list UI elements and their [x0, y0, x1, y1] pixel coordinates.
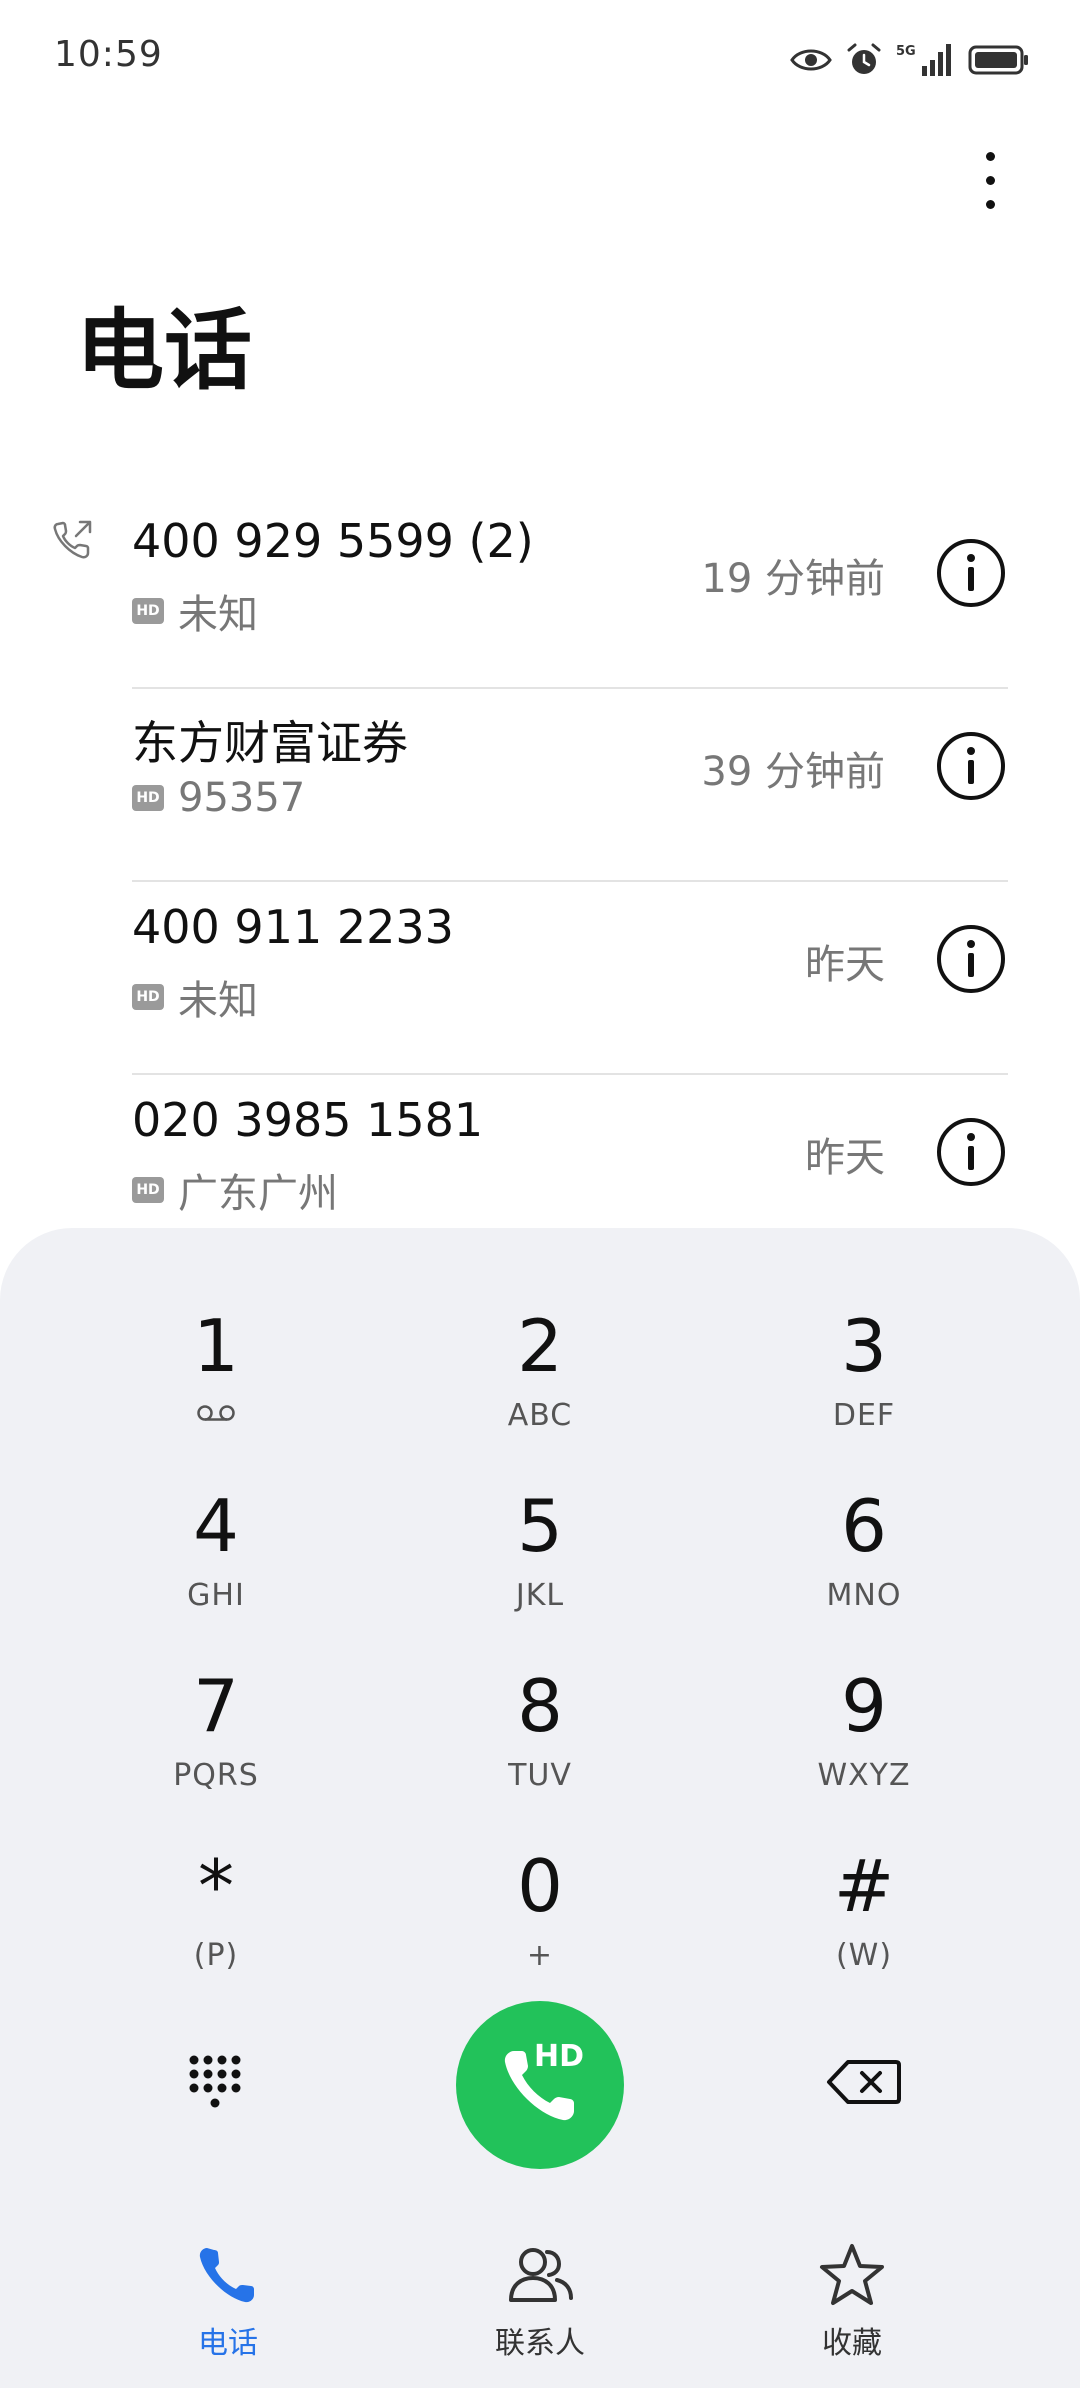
key-letters: GHI — [187, 1578, 245, 1613]
info-icon[interactable] — [936, 538, 1006, 608]
key-digit: 4 — [193, 1484, 239, 1568]
more-vertical-icon — [985, 151, 995, 161]
hd-badge: HD — [132, 785, 164, 811]
call-sub: HD 未知 — [132, 582, 258, 640]
hd-badge: HD — [132, 598, 164, 624]
hd-label: HD — [533, 2039, 584, 2074]
nav-label: 电话 — [198, 2326, 258, 2361]
phone-app-screen: 10:59 5G 电话 400 929 5599 (2) HD 未知 19 分钟… — [0, 0, 1080, 2388]
call-time: 39 分钟前 — [701, 749, 885, 795]
backspace-icon[interactable] — [826, 2058, 902, 2106]
call-name: 400 911 2233 — [132, 900, 454, 954]
info-icon[interactable] — [936, 1117, 1006, 1187]
hd-badge: HD — [132, 1177, 164, 1203]
key-digit: * — [198, 1844, 234, 1928]
dial-key-2[interactable]: 2 ABC — [410, 1290, 670, 1450]
alarm-icon — [847, 43, 881, 74]
call-log-row[interactable]: 400 911 2233 HD 未知 昨天 — [0, 882, 1080, 1075]
key-digit: 5 — [517, 1484, 563, 1568]
dial-key-8[interactable]: 8 TUV — [410, 1650, 670, 1810]
bottom-navigation: 电话 联系人 收藏 — [0, 2230, 1080, 2388]
key-letters: DEF — [832, 1398, 896, 1433]
call-time: 19 分钟前 — [701, 556, 885, 602]
call-log-row[interactable]: 东方财富证券 HD 95357 39 分钟前 — [0, 689, 1080, 882]
nav-tab-phone[interactable]: 电话 — [128, 2240, 328, 2362]
page-title: 电话 — [76, 299, 253, 402]
key-letters: + — [526, 1938, 554, 1973]
call-log-row[interactable]: 400 929 5599 (2) HD 未知 19 分钟前 — [0, 496, 1080, 689]
nav-label: 联系人 — [495, 2326, 585, 2361]
voicemail-icon — [197, 1405, 235, 1421]
key-letters: (W) — [835, 1938, 893, 1973]
dial-key-3[interactable]: 3 DEF — [734, 1290, 994, 1450]
dial-key-1[interactable]: 1 — [86, 1290, 346, 1450]
call-time: 昨天 — [805, 1135, 885, 1181]
status-time: 10:59 — [54, 34, 163, 75]
eye-icon — [790, 49, 832, 71]
key-letters: JKL — [515, 1578, 565, 1613]
key-digit: 6 — [841, 1484, 887, 1568]
call-name: 东方财富证券 — [132, 716, 408, 770]
call-name: 020 3985 1581 — [132, 1093, 484, 1147]
dialpad-toggle-icon[interactable] — [186, 2052, 242, 2112]
status-bar: 10:59 5G — [0, 0, 1080, 120]
nav-label: 收藏 — [822, 2326, 882, 2361]
signal-5g-icon: 5G — [896, 44, 951, 76]
svg-text:5G: 5G — [896, 44, 916, 59]
call-sub: HD 95357 — [132, 775, 305, 821]
more-options-button[interactable] — [955, 135, 1025, 225]
key-letters: TUV — [508, 1758, 572, 1793]
battery-icon — [968, 45, 1028, 75]
call-location: 95357 — [178, 775, 306, 821]
contacts-icon — [509, 2248, 573, 2302]
dial-key-9[interactable]: 9 WXYZ — [734, 1650, 994, 1810]
call-location: 未知 — [178, 592, 258, 638]
key-digit: 2 — [517, 1304, 563, 1388]
outgoing-call-icon — [53, 520, 92, 559]
status-icons: 5G — [790, 36, 1030, 84]
key-letters: (P) — [193, 1938, 239, 1973]
phone-icon — [199, 2248, 254, 2303]
key-digit: # — [833, 1844, 895, 1928]
dial-key-5[interactable]: 5 JKL — [410, 1470, 670, 1630]
call-location: 广东广州 — [178, 1171, 338, 1217]
nav-tab-favorites[interactable]: 收藏 — [752, 2240, 952, 2362]
key-letters: ABC — [507, 1398, 573, 1433]
key-letters: PQRS — [173, 1758, 259, 1793]
call-button[interactable]: HD — [456, 2001, 624, 2169]
call-time: 昨天 — [805, 942, 885, 988]
key-letters: MNO — [826, 1578, 902, 1613]
key-letters: WXYZ — [817, 1758, 911, 1793]
key-digit: 0 — [517, 1844, 563, 1928]
call-log-list: 400 929 5599 (2) HD 未知 19 分钟前 东方财富证券 HD … — [0, 496, 1080, 1268]
call-sub: HD 广东广州 — [132, 1161, 338, 1219]
call-name: 400 929 5599 (2) — [132, 514, 534, 568]
dial-key-4[interactable]: 4 GHI — [86, 1470, 346, 1630]
key-digit: 9 — [841, 1664, 887, 1748]
dial-key-hash[interactable]: # (W) — [734, 1830, 994, 1990]
key-digit: 1 — [193, 1304, 239, 1388]
key-digit: 7 — [193, 1664, 239, 1748]
star-icon — [820, 2244, 884, 2305]
call-location: 未知 — [178, 978, 258, 1024]
dial-key-7[interactable]: 7 PQRS — [86, 1650, 346, 1810]
dial-key-0[interactable]: 0 + — [410, 1830, 670, 1990]
hd-badge: HD — [132, 984, 164, 1010]
key-digit: 8 — [517, 1664, 563, 1748]
call-sub: HD 未知 — [132, 968, 258, 1026]
dial-key-6[interactable]: 6 MNO — [734, 1470, 994, 1630]
info-icon[interactable] — [936, 731, 1006, 801]
nav-tab-contacts[interactable]: 联系人 — [440, 2240, 640, 2362]
info-icon[interactable] — [936, 924, 1006, 994]
dial-key-star[interactable]: * (P) — [86, 1830, 346, 1990]
key-digit: 3 — [841, 1304, 887, 1388]
